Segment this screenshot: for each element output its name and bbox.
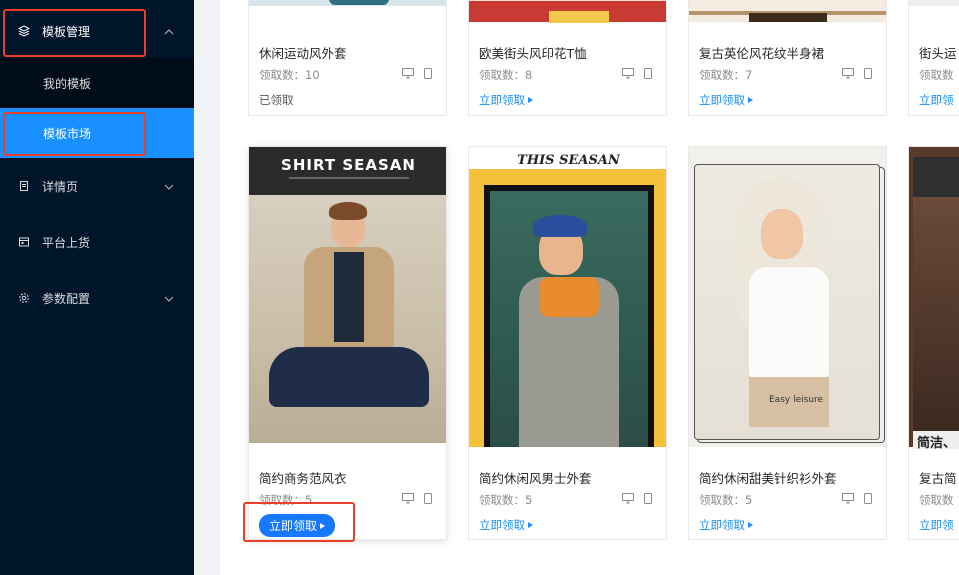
caret-right-icon: [748, 522, 753, 528]
thumbnail-heading: SHIRT SEASAN: [281, 156, 416, 174]
template-title: 街头运: [919, 46, 957, 61]
menu-template-market-label: 模板市场: [43, 126, 92, 141]
gear-icon: [18, 292, 30, 304]
template-card[interactable]: 简洁、 复古简 领取数 立即领: [908, 146, 959, 540]
template-thumbnail: 简洁、: [909, 147, 959, 451]
menu-details-page-label: 详情页: [42, 179, 79, 194]
device-icons: [842, 493, 872, 504]
thumbnail-heading: THIS SEASAN: [517, 153, 620, 168]
claim-now-link[interactable]: 立即领取: [699, 92, 753, 108]
claim-count: 领取数: [919, 68, 954, 82]
device-icons: [622, 68, 652, 79]
claim-now-link[interactable]: 立即领: [919, 92, 954, 108]
claim-now-label: 立即领取: [699, 93, 745, 107]
template-thumbnail: Easy leisure: [689, 147, 886, 447]
claim-now-label: 立即领取: [269, 519, 318, 533]
desktop-icon: [622, 493, 634, 504]
claim-now-label: 立即领取: [479, 518, 525, 532]
desktop-icon: [622, 68, 634, 79]
menu-template-management-label: 模板管理: [42, 24, 91, 39]
template-card[interactable]: 欧美街头风印花T恤 领取数：8 立即领取: [468, 0, 667, 116]
template-thumbnail: THIS SEASAN: [469, 147, 666, 447]
caret-right-icon: [528, 522, 533, 528]
upload-icon: [18, 236, 30, 248]
caret-right-icon: [748, 97, 753, 103]
mobile-icon: [644, 493, 652, 504]
chevron-up-icon: [164, 26, 174, 36]
claim-count: 领取数：5: [259, 493, 313, 507]
main-content: 休闲运动风外套 领取数：10 已领取 欧美街头风印花T恤 领取数：8 立即领取: [194, 0, 959, 575]
claim-now-link[interactable]: 立即领取: [699, 517, 753, 533]
menu-param-config[interactable]: 参数配置: [0, 273, 194, 323]
claim-now-link[interactable]: 立即领取: [479, 92, 533, 108]
claim-count: 领取数：5: [699, 493, 753, 507]
mobile-icon: [424, 68, 432, 79]
claim-count: 领取数：5: [479, 493, 533, 507]
sidebar: 模板管理 我的模板 模板市场 详情页 平台上货 参数配置: [0, 0, 194, 575]
template-title: 简约商务范风衣: [259, 471, 347, 486]
device-icons: [402, 493, 432, 504]
mobile-icon: [424, 493, 432, 504]
claim-now-button[interactable]: 立即领取: [259, 514, 336, 537]
claim-count: 领取数: [919, 493, 954, 507]
template-thumbnail: [469, 0, 666, 23]
template-card[interactable]: THIS SEASAN 简约休闲风男士外套 领取数：5 立即领取: [468, 146, 667, 540]
caret-right-icon: [528, 97, 533, 103]
template-title: 简约休闲风男士外套: [479, 471, 592, 486]
layers-icon: [18, 25, 30, 37]
desktop-icon: [402, 493, 414, 504]
claim-count: 领取数：10: [259, 68, 320, 82]
template-thumbnail: [689, 0, 886, 22]
menu-param-config-label: 参数配置: [42, 291, 91, 306]
menu-details-page[interactable]: 详情页: [0, 161, 194, 211]
claim-now-label: 立即领取: [479, 93, 525, 107]
template-title: 复古英伦风花纹半身裙: [699, 46, 825, 61]
menu-template-management[interactable]: 模板管理: [0, 6, 194, 56]
template-thumbnail: [249, 0, 446, 6]
template-thumbnail: [909, 0, 959, 6]
menu-platform-listing-label: 平台上货: [42, 235, 91, 250]
claim-now-label: 立即领取: [699, 518, 745, 532]
menu-my-templates[interactable]: 我的模板: [0, 58, 194, 108]
claim-now-label: 立即领: [919, 93, 954, 107]
claim-now-link[interactable]: 立即领取: [479, 517, 533, 533]
desktop-icon: [842, 68, 854, 79]
menu-template-market[interactable]: 模板市场: [0, 108, 194, 158]
template-title: 欧美街头风印花T恤: [479, 46, 587, 61]
template-title: 复古简: [919, 471, 957, 486]
template-card[interactable]: 休闲运动风外套 领取数：10 已领取: [248, 0, 447, 116]
template-card[interactable]: 复古英伦风花纹半身裙 领取数：7 立即领取: [688, 0, 887, 116]
claim-now-link[interactable]: 立即领: [919, 517, 954, 533]
desktop-icon: [402, 68, 414, 79]
thumbnail-caption: 简洁、: [917, 436, 957, 451]
template-card[interactable]: 街头运 领取数 立即领: [908, 0, 959, 116]
device-icons: [842, 68, 872, 79]
template-card[interactable]: Easy leisure 简约休闲甜美针织衫外套 领取数：5 立即领取: [688, 146, 887, 540]
device-icons: [622, 493, 652, 504]
chevron-down-icon: [164, 181, 174, 191]
mobile-icon: [864, 493, 872, 504]
desktop-icon: [842, 493, 854, 504]
menu-my-templates-label: 我的模板: [43, 76, 92, 91]
claimed-status: 已领取: [259, 93, 294, 107]
template-title: 休闲运动风外套: [259, 46, 347, 61]
claim-now-label: 立即领: [919, 518, 954, 532]
claim-count: 领取数：8: [479, 68, 533, 82]
file-icon: [18, 180, 30, 192]
template-grid: 休闲运动风外套 领取数：10 已领取 欧美街头风印花T恤 领取数：8 立即领取: [220, 0, 959, 575]
mobile-icon: [864, 68, 872, 79]
caret-right-icon: [320, 522, 326, 529]
thumbnail-caption: Easy leisure: [769, 395, 824, 405]
menu-platform-listing[interactable]: 平台上货: [0, 217, 194, 267]
template-thumbnail: SHIRT SEASAN: [249, 147, 446, 443]
chevron-down-icon: [164, 293, 174, 303]
template-card[interactable]: SHIRT SEASAN 简约商务范风衣 领取数：5 立即领取: [248, 146, 447, 540]
claim-count: 领取数：7: [699, 68, 753, 82]
mobile-icon: [644, 68, 652, 79]
device-icons: [402, 68, 432, 79]
template-title: 简约休闲甜美针织衫外套: [699, 471, 837, 486]
